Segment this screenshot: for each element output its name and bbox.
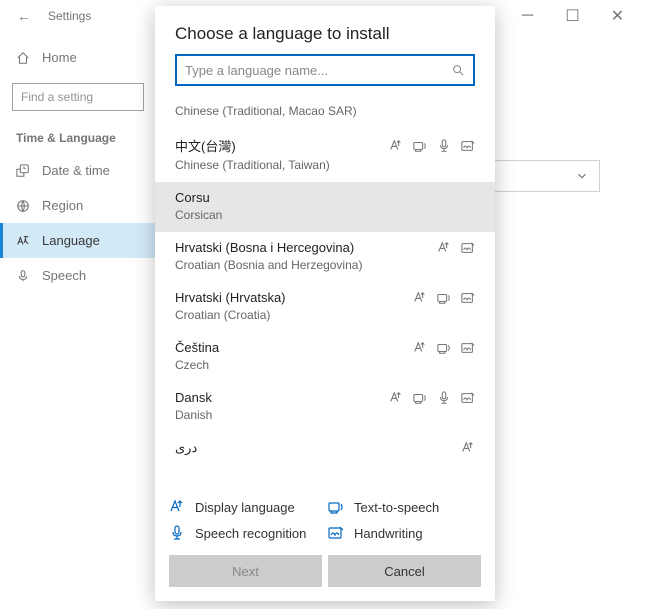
language-english-name: Danish <box>175 408 475 422</box>
language-native-name: Dansk <box>175 390 212 405</box>
tts-icon <box>437 291 451 305</box>
speech-icon <box>437 391 451 405</box>
legend-speech: Speech recognition <box>169 525 322 541</box>
legend-display: Display language <box>169 499 322 515</box>
sidebar: Home Find a setting Time & Language Date… <box>0 32 156 301</box>
language-english-name: Croatian (Bosnia and Herzegovina) <box>175 258 475 272</box>
language-english-name: Chinese (Traditional, Macao SAR) <box>175 104 475 118</box>
display-icon <box>437 241 451 255</box>
language-item[interactable]: Chinese (Traditional, Macao SAR) <box>155 96 495 128</box>
display-icon <box>461 441 475 455</box>
legend-label: Display language <box>195 500 295 515</box>
language-native-name: Čeština <box>175 340 219 355</box>
language-item[interactable]: Corsu Corsican <box>155 182 495 232</box>
language-search-input[interactable] <box>175 54 475 86</box>
minimize-button[interactable]: ─ <box>505 0 550 32</box>
back-button[interactable]: ← <box>8 8 40 24</box>
handwriting-icon <box>461 291 475 305</box>
dialog-title: Choose a language to install <box>155 6 495 54</box>
language-native-name: Corsu <box>175 190 210 205</box>
display-icon <box>389 139 403 153</box>
dialog-buttons: Next Cancel <box>155 551 495 601</box>
next-button[interactable]: Next <box>169 555 322 587</box>
language-item[interactable]: Hrvatski (Hrvatska) Croatian (Croatia) <box>155 282 495 332</box>
sidebar-section-title: Time & Language <box>0 119 156 153</box>
language-item[interactable]: Dansk Danish <box>155 382 495 432</box>
legend-label: Speech recognition <box>195 526 306 541</box>
language-native-name: 中文(台灣) <box>175 136 236 155</box>
display-icon <box>413 291 427 305</box>
mic-icon <box>16 269 30 283</box>
legend-label: Handwriting <box>354 526 423 541</box>
language-features <box>461 441 475 455</box>
sidebar-item-label: Date & time <box>42 163 110 178</box>
language-features <box>413 341 475 355</box>
globe-icon <box>16 199 30 213</box>
chevron-down-icon <box>575 169 589 183</box>
feature-legend: Display language Text-to-speech Speech r… <box>155 492 495 551</box>
language-item[interactable]: Čeština Czech <box>155 332 495 382</box>
language-english-name: Czech <box>175 358 475 372</box>
sidebar-item-label: Region <box>42 198 83 213</box>
display-icon <box>413 341 427 355</box>
handwriting-icon <box>461 241 475 255</box>
language-item[interactable]: 中文(台灣) Chinese (Traditional, Taiwan) <box>155 128 495 182</box>
sidebar-item-region[interactable]: Region <box>0 188 156 223</box>
language-install-dialog: Choose a language to install Chinese (Tr… <box>155 6 495 601</box>
language-features <box>389 391 475 405</box>
window-title: Settings <box>48 9 91 23</box>
sidebar-item-speech[interactable]: Speech <box>0 258 156 293</box>
legend-handwriting: Handwriting <box>328 525 481 541</box>
sidebar-item-language[interactable]: Language <box>0 223 156 258</box>
sidebar-item-label: Speech <box>42 268 86 283</box>
language-icon <box>16 234 30 248</box>
language-native-name: درى <box>175 440 197 456</box>
language-native-name: Hrvatski (Hrvatska) <box>175 290 286 305</box>
language-features <box>413 291 475 305</box>
tts-icon <box>413 139 427 153</box>
cancel-button[interactable]: Cancel <box>328 555 481 587</box>
speech-icon <box>437 139 451 153</box>
language-english-name: Chinese (Traditional, Taiwan) <box>175 158 475 172</box>
handwriting-icon <box>461 391 475 405</box>
legend-tts: Text-to-speech <box>328 499 481 515</box>
sidebar-home[interactable]: Home <box>0 40 156 75</box>
language-features <box>437 241 475 255</box>
language-native-name: Hrvatski (Bosna i Hercegovina) <box>175 240 354 255</box>
legend-label: Text-to-speech <box>354 500 439 515</box>
language-list[interactable]: Chinese (Traditional, Macao SAR) 中文(台灣) Ch… <box>155 96 495 492</box>
language-item[interactable]: درى <box>155 432 495 456</box>
close-button[interactable]: ✕ <box>595 0 640 32</box>
maximize-button[interactable]: ☐ <box>550 0 595 32</box>
clock-icon <box>16 164 30 178</box>
language-features <box>389 139 475 153</box>
display-icon <box>389 391 403 405</box>
sidebar-item-date-time[interactable]: Date & time <box>0 153 156 188</box>
sidebar-home-label: Home <box>42 50 77 65</box>
language-item[interactable]: Hrvatski (Bosna i Hercegovina) Croatian (… <box>155 232 495 282</box>
language-english-name: Corsican <box>175 208 475 222</box>
search-field[interactable] <box>185 63 451 78</box>
tts-icon <box>437 341 451 355</box>
tts-icon <box>413 391 427 405</box>
find-setting-input[interactable]: Find a setting <box>12 83 144 111</box>
handwriting-icon <box>461 341 475 355</box>
handwriting-icon <box>461 139 475 153</box>
language-english-name: Croatian (Croatia) <box>175 308 475 322</box>
sidebar-item-label: Language <box>42 233 100 248</box>
home-icon <box>16 51 30 65</box>
search-icon <box>451 63 465 77</box>
